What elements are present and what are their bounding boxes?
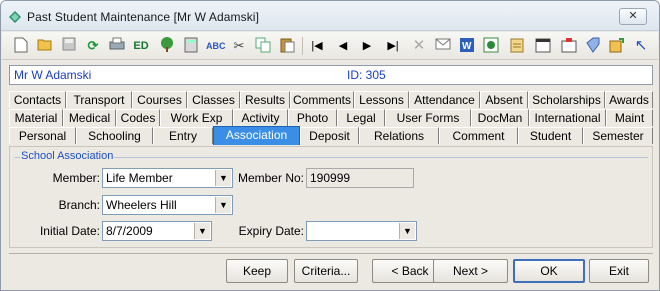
branch-label: Branch: xyxy=(58,198,100,212)
tab-work-exp[interactable]: Work Exp xyxy=(160,109,233,126)
edit-id-icon[interactable]: ED xyxy=(132,37,150,55)
initial-date-value: 8/7/2009 xyxy=(106,224,153,238)
tab-semester[interactable]: Semester xyxy=(583,127,653,144)
member-value: Life Member xyxy=(106,171,173,185)
close-button[interactable]: ✕ xyxy=(619,8,647,25)
copy-icon[interactable] xyxy=(254,37,272,55)
tab-personal[interactable]: Personal xyxy=(9,127,76,144)
tab-photo[interactable]: Photo xyxy=(288,109,337,126)
tab-medical[interactable]: Medical xyxy=(63,109,116,126)
save-icon[interactable] xyxy=(60,37,78,55)
initial-date-picker[interactable]: 8/7/2009 ▼ xyxy=(102,221,212,241)
tab-results[interactable]: Results xyxy=(240,91,290,108)
tab-deposit[interactable]: Deposit xyxy=(300,127,359,144)
branch-select[interactable]: Wheelers Hill ▼ xyxy=(102,195,233,215)
expiry-date-label: Expiry Date: xyxy=(238,224,304,238)
tab-international[interactable]: International xyxy=(529,109,606,126)
chevron-down-icon[interactable]: ▼ xyxy=(215,197,231,213)
last-record-icon[interactable]: ▶| xyxy=(384,37,402,55)
tree-icon[interactable] xyxy=(158,37,176,55)
tab-absent[interactable]: Absent xyxy=(480,91,528,108)
expiry-date-picker[interactable]: ▼ xyxy=(306,221,417,241)
ok-button[interactable]: OK xyxy=(513,259,585,283)
tab-schooling[interactable]: Schooling xyxy=(76,127,153,144)
student-id: ID: 305 xyxy=(347,68,386,82)
tab-awards[interactable]: Awards xyxy=(605,91,653,108)
footer-divider xyxy=(9,253,653,254)
print-icon[interactable] xyxy=(108,37,126,55)
tab-row-1: Contacts Transport Courses Classes Resul… xyxy=(9,91,653,108)
tab-attendance[interactable]: Attendance xyxy=(409,91,480,108)
tab-comment[interactable]: Comment xyxy=(439,127,518,144)
tab-user-forms[interactable]: User Forms xyxy=(385,109,471,126)
tab-courses[interactable]: Courses xyxy=(132,91,187,108)
first-record-icon[interactable]: |◀ xyxy=(308,37,326,55)
member-no-label: Member No: xyxy=(237,171,304,185)
spellcheck-icon[interactable]: ABC xyxy=(206,37,226,55)
excel-icon[interactable] xyxy=(482,37,500,55)
chevron-down-icon[interactable]: ▼ xyxy=(399,223,415,239)
exit-button[interactable]: Exit xyxy=(589,259,649,283)
chevron-down-icon[interactable]: ▼ xyxy=(215,170,231,186)
tab-row-2: Material Medical Codes Work Exp Activity… xyxy=(9,109,653,126)
tab-lessons[interactable]: Lessons xyxy=(354,91,409,108)
previous-record-icon[interactable]: ◀ xyxy=(334,37,352,55)
svg-text:W: W xyxy=(462,41,472,52)
tab-material[interactable]: Material xyxy=(9,109,63,126)
new-document-icon[interactable] xyxy=(12,37,30,55)
calendar-icon[interactable] xyxy=(534,37,552,55)
tab-activity[interactable]: Activity xyxy=(233,109,288,126)
member-label: Member: xyxy=(52,171,100,185)
tab-comments[interactable]: Comments xyxy=(290,91,354,108)
tab-student[interactable]: Student xyxy=(518,127,583,144)
group-title: School Association xyxy=(20,150,115,162)
tab-scholarships[interactable]: Scholarships xyxy=(528,91,605,108)
member-no-field[interactable]: 190999 xyxy=(306,168,414,188)
tab-entry[interactable]: Entry xyxy=(153,127,213,144)
cut-icon[interactable]: ✂ xyxy=(230,37,248,55)
calculator-icon[interactable] xyxy=(182,37,200,55)
past-student-maintenance-window: Past Student Maintenance [Mr W Adamski] … xyxy=(0,0,660,291)
refresh-icon[interactable]: ⟳ xyxy=(84,37,102,55)
tab-maint[interactable]: Maint xyxy=(606,109,653,126)
tab-relations[interactable]: Relations xyxy=(359,127,439,144)
window-title: Past Student Maintenance [Mr W Adamski] xyxy=(27,10,259,24)
app-diamond-icon xyxy=(9,11,21,23)
tab-legal[interactable]: Legal xyxy=(337,109,385,126)
member-no-value: 190999 xyxy=(310,171,351,185)
next-button[interactable]: Next > xyxy=(433,259,508,283)
tab-contacts[interactable]: Contacts xyxy=(9,91,66,108)
tab-classes[interactable]: Classes xyxy=(187,91,240,108)
chevron-down-icon[interactable]: ▼ xyxy=(194,223,210,239)
pointer-icon[interactable]: ↖ xyxy=(632,37,650,55)
tab-transport[interactable]: Transport xyxy=(66,91,132,108)
branch-value: Wheelers Hill xyxy=(106,198,177,212)
edit-icon[interactable] xyxy=(608,37,626,55)
student-name: Mr W Adamski xyxy=(14,68,92,82)
toolbar: ⟳ ED ABC ✂ |◀ ◀ ▶ ▶| ✕ W ↖ xyxy=(2,32,658,60)
word-icon[interactable]: W xyxy=(458,37,476,55)
delete-icon[interactable]: ✕ xyxy=(410,37,428,55)
tag-icon[interactable] xyxy=(584,37,602,55)
schedule-icon[interactable] xyxy=(560,37,578,55)
criteria-button[interactable]: Criteria... xyxy=(294,259,358,283)
member-select[interactable]: Life Member ▼ xyxy=(102,168,233,188)
open-folder-icon[interactable] xyxy=(36,37,54,55)
tab-docman[interactable]: DocMan xyxy=(471,109,529,126)
report-icon[interactable] xyxy=(508,37,526,55)
tab-codes[interactable]: Codes xyxy=(116,109,160,126)
toolbar-separator xyxy=(302,37,303,55)
initial-date-label: Initial Date: xyxy=(39,224,100,238)
tab-association[interactable]: Association xyxy=(213,126,300,145)
association-panel: School Association Member: Life Member ▼… xyxy=(9,146,653,248)
record-header: Mr W Adamski ID: 305 xyxy=(9,65,653,85)
next-record-icon[interactable]: ▶ xyxy=(358,37,376,55)
paste-icon[interactable] xyxy=(278,37,296,55)
keep-button[interactable]: Keep xyxy=(226,259,288,283)
tab-row-3: Personal Schooling Entry Association Dep… xyxy=(9,126,653,145)
title-bar[interactable]: Past Student Maintenance [Mr W Adamski] … xyxy=(1,1,659,31)
email-icon[interactable] xyxy=(434,37,452,55)
